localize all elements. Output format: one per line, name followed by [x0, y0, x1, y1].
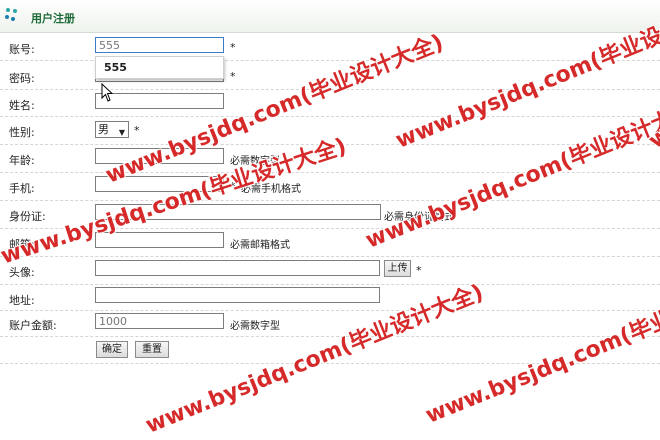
password-required: *: [230, 70, 236, 83]
phone-label: 手机:: [9, 182, 35, 195]
autocomplete-option[interactable]: 555: [104, 61, 127, 74]
page-title: 用户注册: [31, 12, 75, 25]
avatar-required: *: [416, 264, 422, 277]
balance-label: 账户金额:: [9, 319, 57, 332]
email-hint: 必需邮箱格式: [230, 240, 290, 251]
idcard-label: 身份证:: [9, 210, 46, 223]
account-required: *: [230, 41, 236, 54]
password-label: 密码:: [9, 72, 35, 85]
balance-input[interactable]: [95, 313, 224, 329]
gender-selected: 男: [98, 123, 109, 136]
address-input[interactable]: [95, 287, 380, 303]
gender-label: 性别:: [9, 126, 35, 139]
account-label: 账号:: [9, 43, 35, 56]
name-label: 姓名:: [9, 99, 35, 112]
grid-dots-icon: [5, 8, 17, 21]
confirm-button[interactable]: 确定: [96, 341, 128, 358]
upload-button[interactable]: 上传: [384, 260, 411, 277]
gender-required: *: [134, 124, 140, 137]
gender-select[interactable]: 男 ▼: [95, 121, 129, 138]
dropdown-arrow-icon: ▼: [118, 128, 125, 137]
age-label: 年龄:: [9, 154, 35, 167]
row-avatar: 头像: 上传 *: [0, 257, 660, 285]
row-address: 地址:: [0, 285, 660, 311]
avatar-input[interactable]: [95, 260, 380, 276]
account-input[interactable]: [95, 37, 224, 53]
address-label: 地址:: [9, 294, 35, 307]
balance-hint: 必需数字型: [230, 321, 280, 332]
form-header: 用户注册: [0, 0, 660, 33]
autocomplete-dropdown: 555: [95, 56, 224, 79]
reset-button[interactable]: 重置: [135, 341, 169, 358]
mouse-cursor-icon: [101, 83, 114, 102]
